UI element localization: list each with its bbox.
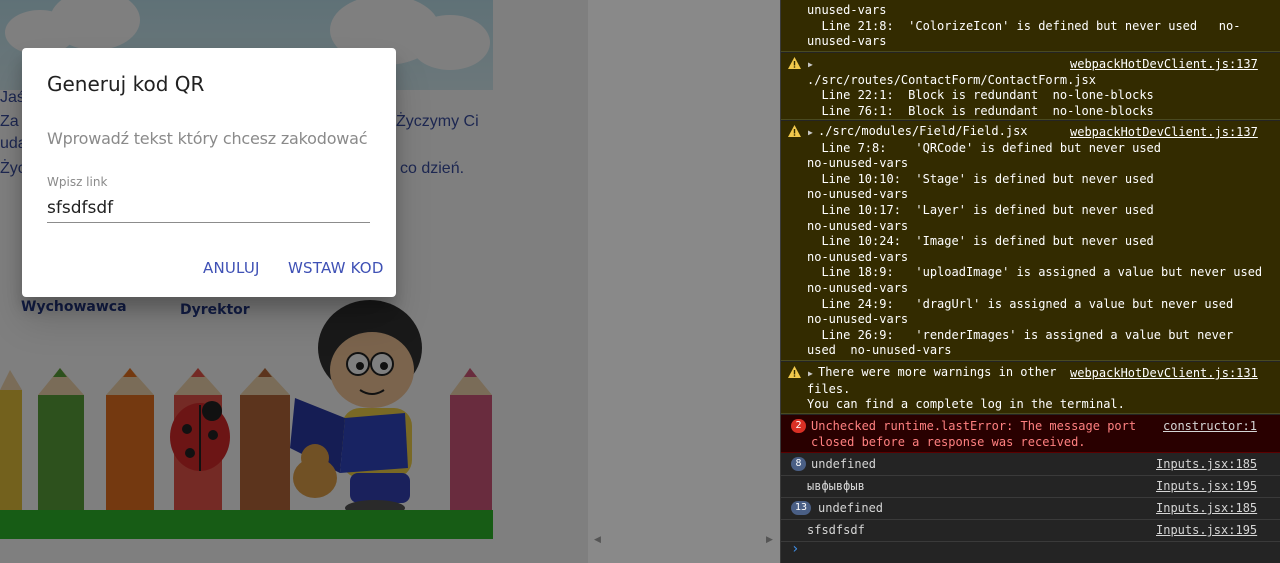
warning-icon <box>788 57 801 69</box>
console-log: sfsdfsdf Inputs.jsx:195 <box>781 520 1280 542</box>
console-text: Line 10:17: 'Layer' is defined but never… <box>807 203 1154 217</box>
console-warning: ▶ There were more warnings in other webp… <box>781 362 1280 414</box>
console-source-link[interactable]: Inputs.jsx:185 <box>1156 501 1257 517</box>
console-text: no-unused-vars <box>807 218 909 233</box>
console-text: files. <box>807 381 851 396</box>
console-text: There were more warnings in other <box>818 365 1057 379</box>
repeat-count-badge: 13 <box>791 501 812 515</box>
dialog-title: Generuj kod QR <box>47 72 205 96</box>
devtools-console: unused-vars Line 21:8: 'ColorizeIcon' is… <box>780 0 1280 563</box>
console-text: sfsdfsdf <box>807 523 865 537</box>
console-log: ывфывфыв Inputs.jsx:195 <box>781 476 1280 498</box>
console-log: 8 undefined Inputs.jsx:185 <box>781 454 1280 476</box>
qr-dialog: Generuj kod QR Wprowadź tekst który chce… <box>22 48 396 297</box>
console-warning: ▶ ./src/modules/Field/Field.jsx webpackH… <box>781 121 1280 361</box>
console-text: Line 76:1: Block is redundant no-lone-bl… <box>807 103 1154 118</box>
console-source-link[interactable]: webpackHotDevClient.js:137 <box>1070 125 1258 141</box>
console-text: undefined <box>818 501 884 515</box>
console-text: unused-vars <box>807 34 887 49</box>
console-text: no-unused-vars <box>807 187 909 202</box>
expand-arrow-icon[interactable]: ▶ <box>808 125 813 141</box>
console-text: ./src/modules/Field/Field.jsx <box>818 124 1028 138</box>
console-text: closed before a response was received. <box>811 434 1086 449</box>
link-field-label: Wpisz link <box>47 175 108 189</box>
dialog-description: Wprowadź tekst który chcesz zakodować <box>47 129 368 148</box>
console-source-link[interactable]: webpackHotDevClient.js:131 <box>1070 366 1258 382</box>
console-text: no-unused-vars <box>807 249 909 264</box>
console-text: Line 22:1: Block is redundant no-lone-bl… <box>807 88 1154 103</box>
error-count-badge: 2 <box>791 419 806 433</box>
console-text: no-unused-vars <box>807 312 909 327</box>
expand-arrow-icon[interactable]: ▶ <box>808 366 813 382</box>
console-source-link[interactable]: Inputs.jsx:185 <box>1156 457 1257 473</box>
cancel-button[interactable]: ANULUJ <box>195 252 268 284</box>
console-text: no-unused-vars <box>807 281 909 295</box>
console-text: ./src/routes/ContactForm/ContactForm.jsx <box>807 72 1096 87</box>
console-warning: ▶ webpackHotDevClient.js:137 ./src/route… <box>781 53 1280 120</box>
warning-icon <box>788 125 801 137</box>
console-source-link[interactable]: webpackHotDevClient.js:137 <box>1070 57 1258 73</box>
console-text: no-unused-vars <box>807 156 909 171</box>
warning-icon <box>788 366 801 378</box>
console-text: Line 10:10: 'Stage' is defined but never… <box>807 171 1154 186</box>
scroll-right-icon[interactable]: ▶ <box>766 534 773 545</box>
scroll-left-icon[interactable]: ◀ <box>594 534 601 545</box>
console-prompt-icon[interactable]: › <box>791 541 799 558</box>
console-text: Line 18:9: 'uploadImage' is assigned a v… <box>807 265 1263 280</box>
console-text: Unchecked runtime.lastError: The message… <box>811 419 1137 433</box>
link-input[interactable] <box>47 193 370 223</box>
console-text: Line 26:9: 'renderImages' is assigned a … <box>807 327 1234 342</box>
console-text: Line 7:8: 'QRCode' is defined but never … <box>807 140 1162 155</box>
console-source-link[interactable]: Inputs.jsx:195 <box>1156 479 1257 495</box>
expand-arrow-icon[interactable]: ▶ <box>808 57 813 73</box>
console-text: ывфывфыв <box>807 479 865 493</box>
console-text: Line 21:8: 'ColorizeIcon' is defined but… <box>807 18 1241 33</box>
console-log: 13 undefined Inputs.jsx:185 <box>781 498 1280 520</box>
console-text: Line 24:9: 'dragUrl' is assigned a value… <box>807 296 1234 311</box>
console-warning: unused-vars Line 21:8: 'ColorizeIcon' is… <box>781 0 1280 52</box>
console-text: used no-unused-vars <box>807 343 952 358</box>
repeat-count-badge: 8 <box>791 457 806 471</box>
console-source-link[interactable]: constructor:1 <box>1163 419 1257 435</box>
console-text: You can find a complete log in the termi… <box>807 397 1125 412</box>
console-text: Line 10:24: 'Image' is defined but never… <box>807 234 1154 249</box>
console-text: undefined <box>811 457 877 471</box>
console-source-link[interactable]: Inputs.jsx:195 <box>1156 523 1257 539</box>
page-area: Jaś Za Życzymy Ci uda Życ co dzień. Wych… <box>0 0 780 563</box>
console-text: unused-vars <box>807 3 887 17</box>
insert-code-button[interactable]: WSTAW KOD <box>280 252 392 284</box>
horizontal-scrollbar[interactable]: ◀ ▶ <box>588 530 780 548</box>
console-error: 2 Unchecked runtime.lastError: The messa… <box>781 415 1280 453</box>
scroll-area <box>588 0 780 563</box>
